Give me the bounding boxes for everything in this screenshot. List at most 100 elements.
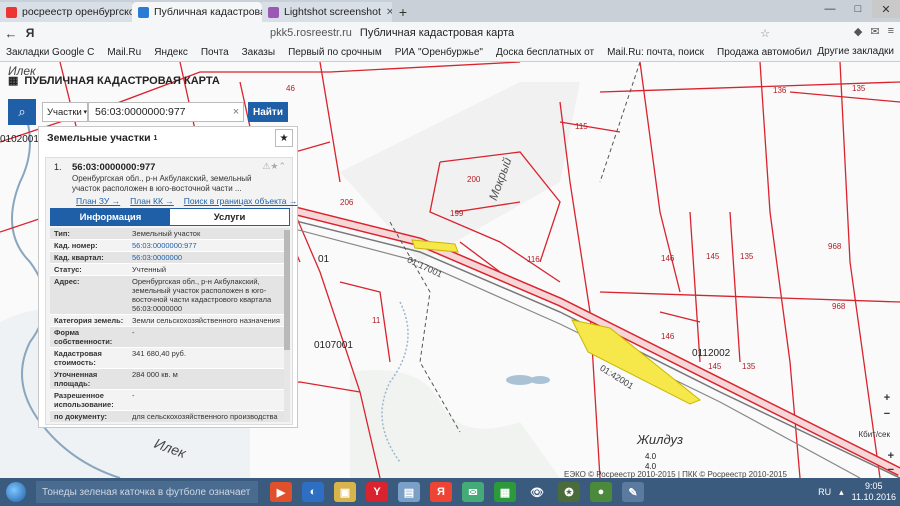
attribute-row: Категория земель: Земли сельскохозяйствен… xyxy=(50,315,286,327)
tray-arrow-icon[interactable]: ▴ xyxy=(839,487,844,498)
zoom-out-button-2[interactable]: − xyxy=(888,464,894,476)
bookmark-item[interactable]: Первый по срочным xyxy=(288,47,382,58)
attribute-key: по документу: xyxy=(54,412,108,421)
zoom-in-button[interactable]: + xyxy=(880,392,894,404)
parcel-label: 136 xyxy=(773,86,787,95)
result-tabs: Информация Услуги xyxy=(50,208,290,226)
search-type-select[interactable]: Участки ▾ xyxy=(42,102,88,122)
folder-icon[interactable]: ▣ xyxy=(334,482,356,502)
clear-icon[interactable]: × xyxy=(229,106,243,118)
zoom-out-button[interactable]: − xyxy=(880,408,894,420)
chat-icon[interactable]: ✉ xyxy=(462,482,484,502)
rating-icon[interactable]: ⚠★⌃ xyxy=(262,161,286,172)
search-input-value: 56:03:0000000:977 xyxy=(95,106,186,118)
sound-icon[interactable]: ◐ xyxy=(302,482,324,502)
attribute-value: Оренбургская обл., р-н Акбулакский, земе… xyxy=(132,277,272,313)
bookmark-item[interactable]: Доска бесплатных от xyxy=(496,47,594,58)
plan-kk-link[interactable]: План КК → xyxy=(130,196,174,206)
minimize-button[interactable]: — xyxy=(816,0,844,18)
zoom-in-button-2[interactable]: + xyxy=(888,450,894,462)
maximize-button[interactable]: □ xyxy=(844,0,872,18)
taskbar-window-title[interactable]: Тонеды зеленая каточка в футболе означае… xyxy=(36,481,258,503)
map-label: Жилдуз xyxy=(637,432,684,447)
clock[interactable]: 9:05 11.10.2016 xyxy=(852,481,896,503)
attribute-value[interactable]: 56:03:0000000:977 xyxy=(128,240,286,251)
other-bookmarks[interactable]: Другие закладки xyxy=(817,46,894,57)
attribute-row: Адрес: Оренбургская обл., р-н Акбулакский… xyxy=(50,276,286,315)
chevron-down-icon: ▾ xyxy=(83,109,87,116)
green-app-icon[interactable]: ● xyxy=(590,482,612,502)
bookmark-item[interactable]: Заказы xyxy=(242,47,275,58)
bookmark-item[interactable]: Продажа автомобил xyxy=(717,47,812,58)
attribute-value: - xyxy=(132,391,135,400)
parcel-label: 115 xyxy=(575,122,588,131)
document-icon[interactable]: ▤ xyxy=(398,482,420,502)
new-tab-button[interactable]: + xyxy=(392,2,414,22)
bookmark-item[interactable]: РИА "Оренбуржье" xyxy=(395,47,483,58)
bookmarks-bar: Закладки Google С Mail.Ru Яндекс Почта З… xyxy=(0,44,900,62)
close-icon[interactable]: ✕ xyxy=(386,7,392,18)
attribute-row: по документу: для сельскохозяйственного п… xyxy=(50,411,286,422)
browser-tab-pkk[interactable]: Публичная кадастровая ✕ xyxy=(132,2,262,22)
tab-favicon-icon xyxy=(138,6,149,18)
speed-indicator: Кбит/сек xyxy=(858,430,890,439)
back-button[interactable]: ← xyxy=(0,26,22,41)
paint-icon[interactable]: ✎ xyxy=(622,482,644,502)
bookmark-item[interactable]: Mail.Ru xyxy=(107,47,141,58)
attribute-value: 341 680,40 руб. xyxy=(132,349,186,358)
emblem-icon[interactable]: ✪ xyxy=(558,482,580,502)
attribute-key: Статус: xyxy=(54,265,82,274)
browser-tab-rosreestr[interactable]: росреестр оренбургской о ✕ xyxy=(0,2,132,22)
attribute-row: Кад. квартал: 56:03:0000000 xyxy=(50,252,286,264)
parcel-label: 135 xyxy=(742,362,756,371)
window-controls: — □ ✕ xyxy=(816,0,900,18)
bookmark-item[interactable]: Яндекс xyxy=(154,47,188,58)
result-card[interactable]: 1. 56:03:0000000:977 ⚠★⌃ Оренбургская об… xyxy=(45,157,297,425)
windows-taskbar: Тонеды зеленая каточка в футболе означае… xyxy=(0,478,900,506)
map-title: ПУБЛИЧНАЯ КАДАСТРОВАЯ КАРТА xyxy=(24,74,220,87)
parcel-label: 11 xyxy=(372,316,381,325)
media-player-icon[interactable]: ▶ xyxy=(270,482,292,502)
mail-icon[interactable]: ✉ xyxy=(870,25,879,38)
shield-icon[interactable]: ◆ xyxy=(854,25,862,38)
attribute-key: Разрешенное использование: xyxy=(54,391,114,409)
browser-tab-lightshot[interactable]: Lightshot screenshot ✕ xyxy=(262,2,392,22)
bookmark-item[interactable]: Mail.Ru: почта, поиск xyxy=(607,47,704,58)
attribute-value[interactable]: 56:03:0000000 xyxy=(128,252,286,263)
search-input[interactable]: 56:03:0000000:977 × xyxy=(88,102,244,122)
tab-services[interactable]: Услуги xyxy=(170,209,289,225)
browser-tabstrip: росреестр оренбургской о ✕ Публичная кад… xyxy=(0,0,900,22)
yandex-icon[interactable]: Я xyxy=(430,482,452,502)
parcel-label: 145 xyxy=(708,362,722,371)
yandex-logo[interactable]: Я xyxy=(22,26,38,40)
bookmark-star-icon[interactable]: ☆ xyxy=(760,27,770,40)
bookmark-item[interactable]: Закладки Google С xyxy=(6,47,94,58)
tab-information[interactable]: Информация xyxy=(51,209,170,225)
parcel-label: 968 xyxy=(828,242,842,251)
scale-number: 4.0 xyxy=(645,452,657,461)
search-in-bounds-link[interactable]: Поиск в границах объекта → xyxy=(184,196,298,206)
attribute-key: Уточненная площадь: xyxy=(54,370,98,388)
bookmark-item[interactable]: Почта xyxy=(201,47,229,58)
find-button[interactable]: Найти xyxy=(248,102,288,122)
favorite-star-button[interactable]: ★ xyxy=(275,129,293,147)
game-icon[interactable]: ▦ xyxy=(494,482,516,502)
attribute-value: для сельскохозяйственного производства xyxy=(132,412,278,421)
yandex-browser-icon[interactable]: Y xyxy=(366,482,388,502)
address-bar[interactable]: pkk5.rosreestr.ru Публичная кадастровая … xyxy=(270,25,770,41)
map-copyright: ЕЭКО © Росреестр 2010-2015 | ПКК © Росре… xyxy=(564,470,787,478)
result-cadastral-number[interactable]: 56:03:0000000:977 xyxy=(72,162,155,173)
system-tray: RU ▴ 9:05 11.10.2016 xyxy=(818,481,896,503)
attributes-scrollbar[interactable] xyxy=(284,228,290,422)
parcel-label: 135 xyxy=(852,84,866,93)
scrollbar-thumb[interactable] xyxy=(284,230,290,350)
eyes-icon[interactable]: 👁 xyxy=(526,482,548,502)
map-label: Илек xyxy=(8,64,36,78)
start-button[interactable] xyxy=(0,478,32,506)
plan-zu-link[interactable]: План ЗУ → xyxy=(76,196,120,206)
close-window-button[interactable]: ✕ xyxy=(872,0,900,18)
menu-icon[interactable]: ≡ xyxy=(888,25,894,38)
language-indicator[interactable]: RU xyxy=(818,487,831,497)
attribute-value: Земельный участок xyxy=(132,229,201,238)
search-icon[interactable]: ⌕ xyxy=(8,99,36,125)
